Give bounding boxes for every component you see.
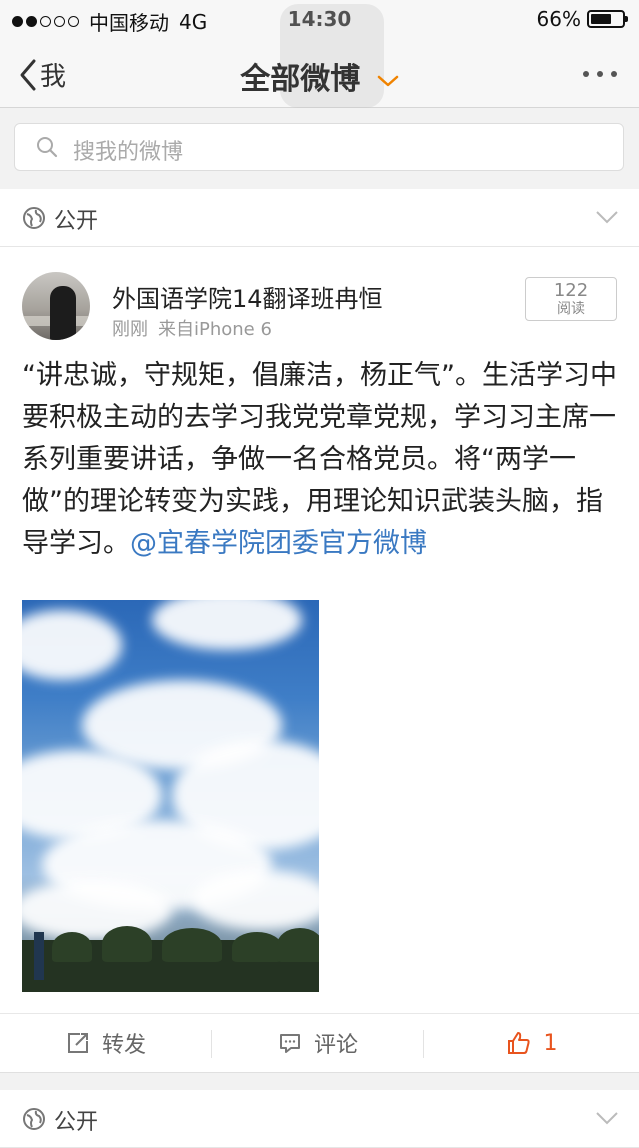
feed-filter-dropdown[interactable]: 全部微博 [0,54,639,98]
comment-label: 评论 [313,1033,358,1058]
chevron-down-icon [596,211,618,224]
post-meta: 刚刚 来自iPhone 6 [112,315,272,341]
like-button[interactable]: 1 [424,1014,639,1072]
search-input[interactable]: 搜我的微博 [14,123,624,171]
page-title: 全部微博 [240,62,361,97]
battery-percent: 66% [536,7,581,31]
post-source: 来自iPhone 6 [158,319,272,340]
nav-bar: 我 全部微博 [0,4,639,108]
mention-link[interactable]: @宜春学院团委官方微博 [130,528,427,559]
visibility-label: 公开 [54,1110,99,1135]
search-placeholder: 搜我的微博 [73,140,184,165]
more-dot-icon [611,71,617,77]
chevron-down-icon [596,1112,618,1125]
post-time: 刚刚 [112,319,148,340]
read-count: 122 [553,280,589,301]
visibility-label: 公开 [54,209,99,234]
avatar[interactable] [22,272,90,340]
repost-label: 转发 [101,1033,146,1058]
status-right: 66% [536,7,628,31]
like-count: 1 [543,1030,558,1056]
battery-icon [587,10,628,28]
comment-icon [279,1034,300,1053]
globe-icon [23,207,45,229]
globe-icon [23,1108,45,1130]
post-photo[interactable] [22,600,319,992]
chevron-down-icon [377,75,398,86]
thumbs-up-icon [507,1032,530,1054]
repost-button[interactable]: 转发 [0,1014,212,1072]
comment-button[interactable]: 评论 [212,1014,424,1072]
action-bar: 转发 评论 1 [0,1013,639,1071]
read-label: 阅读 [557,301,585,317]
repost-icon [67,1033,88,1053]
post-card: 外国语学院14翻译班冉恒 刚刚 来自iPhone 6 122 阅读 “讲忠诚，守规… [0,247,639,1073]
search-icon [37,137,58,158]
post-body: “讲忠诚，守规矩，倡廉洁，杨正气”。生活学习中要积极主动的去学习我党党章党规，学… [22,355,618,565]
more-options-button[interactable] [583,54,617,94]
visibility-filter-row[interactable]: 公开 [0,189,639,247]
more-dot-icon [597,71,603,77]
read-count-badge[interactable]: 122 阅读 [525,277,617,321]
search-area: 搜我的微博 [0,108,639,188]
more-dot-icon [583,71,589,77]
next-post-visibility-row[interactable]: 公开 [0,1090,639,1148]
post-author[interactable]: 外国语学院14翻译班冉恒 [112,279,383,314]
